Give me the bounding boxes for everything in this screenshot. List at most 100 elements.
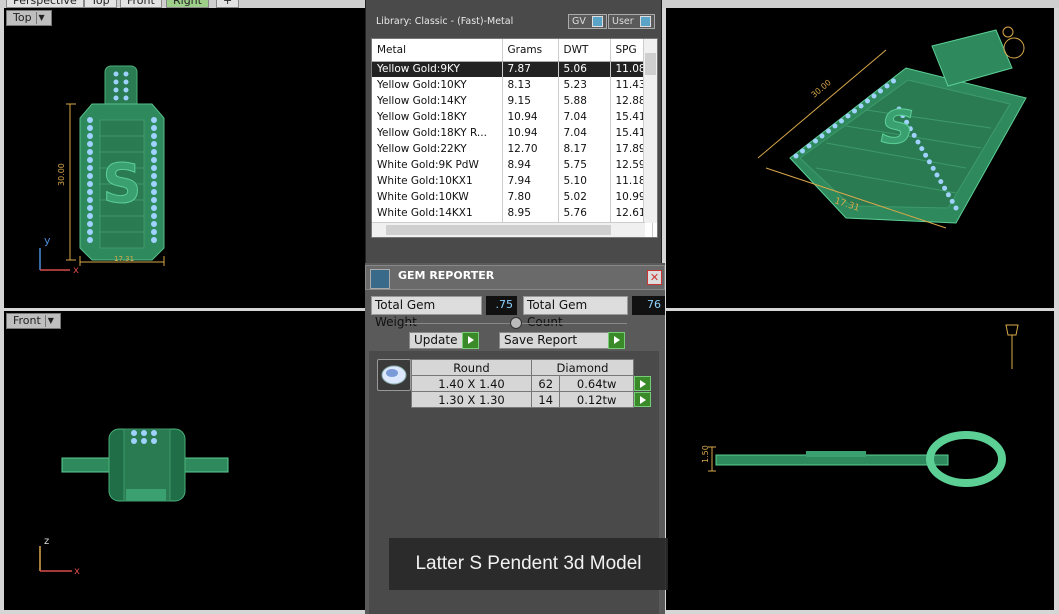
gem-stone <box>87 165 93 171</box>
svg-text:z: z <box>44 536 49 547</box>
gem-stone <box>151 157 157 163</box>
tab-add[interactable]: + <box>216 0 240 8</box>
table-cell: 7.94 <box>502 173 559 189</box>
gem-stone <box>930 165 936 171</box>
table-row[interactable]: Yellow Gold:10KY 8.13 5.23 11.43 <box>372 77 653 93</box>
gem-stone <box>151 173 157 179</box>
gem-row[interactable]: 1.30 X 1.30 14 0.12tw <box>411 391 652 408</box>
save-report-button-label: Save Report <box>504 333 578 347</box>
gem-stone <box>151 213 157 219</box>
table-cell: 10.94 <box>502 125 559 141</box>
gem-stone <box>87 125 93 131</box>
gv-toggle[interactable]: GV <box>568 14 607 29</box>
gem-stone <box>87 205 93 211</box>
tab-right[interactable]: Right <box>166 0 209 8</box>
save-report-button[interactable]: Save Report <box>499 332 625 349</box>
table-cell: 8.17 <box>558 141 611 157</box>
table-row[interactable]: Yellow Gold:22KY 12.70 8.17 17.89 <box>372 141 653 157</box>
gem-stone <box>891 78 896 84</box>
table-row[interactable]: White Gold:14KX1 8.95 5.76 12.61 <box>372 205 653 221</box>
column-header-dwt[interactable]: DWT <box>558 39 611 62</box>
gem-reporter-icon <box>370 269 390 289</box>
gem-reporter-title: GEM REPORTER <box>398 269 495 282</box>
gem-stone <box>884 83 890 89</box>
gem-stone <box>819 133 825 139</box>
table-cell: Yellow Gold:18KY <box>372 109 503 125</box>
viewport-front[interactable]: Front ▼ z x <box>4 311 365 610</box>
play-arrow-icon <box>608 332 625 349</box>
gem-stone <box>87 229 93 235</box>
gem-weight: 0.64tw <box>559 375 634 392</box>
gem-row[interactable]: 1.40 X 1.40 62 0.64tw <box>411 375 652 392</box>
gem-stone <box>858 103 864 109</box>
gem-stone <box>87 221 93 227</box>
gem-stone <box>87 189 93 195</box>
table-row[interactable]: Yellow Gold:18KY R... 10.94 7.04 15.41 <box>372 125 653 141</box>
close-icon[interactable]: ✕ <box>647 270 662 285</box>
svg-text:17.31: 17.31 <box>114 255 134 263</box>
cad-workspace: Perspective Top Front Right + Top ▼ S 30… <box>0 0 1059 614</box>
perspective-view-model: S 30.00 17.31 <box>757 26 1027 229</box>
user-toggle[interactable]: User <box>608 14 655 29</box>
gem-stone <box>953 205 959 211</box>
gem-stone <box>151 181 157 187</box>
select-gems-arrow-icon[interactable] <box>634 392 651 407</box>
gem-stone <box>871 93 877 99</box>
tab-strip-right <box>662 0 1059 8</box>
gem-weight: 0.12tw <box>559 391 634 408</box>
table-row[interactable]: Yellow Gold:9KY 7.87 5.06 11.08 <box>372 61 653 77</box>
vertical-scrollbar[interactable] <box>643 39 657 223</box>
table-cell: 12.70 <box>502 141 559 157</box>
gem-stone <box>845 113 851 119</box>
gem-stone <box>926 159 932 165</box>
column-header-metal[interactable]: Metal <box>372 39 503 62</box>
scrollbar-thumb[interactable] <box>386 225 611 235</box>
caption-overlay: Latter S Pendent 3d Model <box>389 538 668 590</box>
front-view-model: z x <box>39 428 229 577</box>
gem-stone <box>151 149 157 155</box>
scrollbar-thumb[interactable] <box>645 53 656 75</box>
collapse-handle-icon[interactable] <box>510 317 522 329</box>
table-row[interactable]: Yellow Gold:14KY 9.15 5.88 12.88 <box>372 93 653 109</box>
table-row[interactable]: Yellow Gold:18KY 10.94 7.04 15.41 <box>372 109 653 125</box>
gem-stone <box>806 143 812 149</box>
table-cell: 5.02 <box>558 189 611 205</box>
gem-material-header: Diamond <box>531 359 634 376</box>
svg-text:S: S <box>103 152 142 215</box>
viewport-right[interactable]: 1.50 <box>666 311 1054 610</box>
table-cell: Yellow Gold:10KY <box>372 77 503 93</box>
horizontal-scrollbar[interactable] <box>372 222 645 237</box>
gem-stone <box>800 148 805 154</box>
gem-stone <box>878 88 883 94</box>
table-row[interactable]: White Gold:10KX1 7.94 5.10 11.18 <box>372 173 653 189</box>
update-button[interactable]: Update <box>409 332 479 349</box>
table-cell: 5.76 <box>558 205 611 221</box>
svg-text:y: y <box>44 234 51 247</box>
gem-stone <box>151 197 157 203</box>
tab-top[interactable]: Top <box>84 0 117 8</box>
tab-front[interactable]: Front <box>120 0 162 8</box>
table-row[interactable]: White Gold:9K PdW 8.94 5.75 12.59 <box>372 157 653 173</box>
tab-perspective[interactable]: Perspective <box>6 0 84 8</box>
gem-reporter-titlebar[interactable]: GEM REPORTER ✕ <box>365 265 665 290</box>
gem-stone <box>793 153 799 159</box>
view-tabs: Perspective Top Front Right + <box>0 0 365 8</box>
gem-stone <box>87 181 93 187</box>
gem-stone <box>934 172 940 178</box>
viewport-top[interactable]: Top ▼ S 30.00 17.31 y x <box>4 8 365 308</box>
gem-stone <box>832 123 838 129</box>
table-cell: 8.13 <box>502 77 559 93</box>
gem-stone <box>923 152 929 158</box>
metal-table[interactable]: Metal Grams DWT SPG Yellow Gold:9KY 7.87 5.06… <box>371 38 658 238</box>
gem-stone <box>938 179 944 185</box>
table-row[interactable]: White Gold:10KW 7.80 5.02 10.99 <box>372 189 653 205</box>
total-gem-weight-label: Total Gem Weight <box>371 295 482 329</box>
table-cell: 7.80 <box>502 189 559 205</box>
table-cell: Yellow Gold:18KY R... <box>372 125 503 141</box>
metal-weight-panel: Library: Classic - (Fast)-Metal GV User … <box>365 0 662 263</box>
round-diamond-icon <box>377 359 411 391</box>
gem-stone <box>151 125 157 131</box>
viewport-perspective[interactable]: S 30.00 17.31 <box>666 8 1054 308</box>
select-gems-arrow-icon[interactable] <box>634 376 651 391</box>
column-header-grams[interactable]: Grams <box>502 39 559 62</box>
